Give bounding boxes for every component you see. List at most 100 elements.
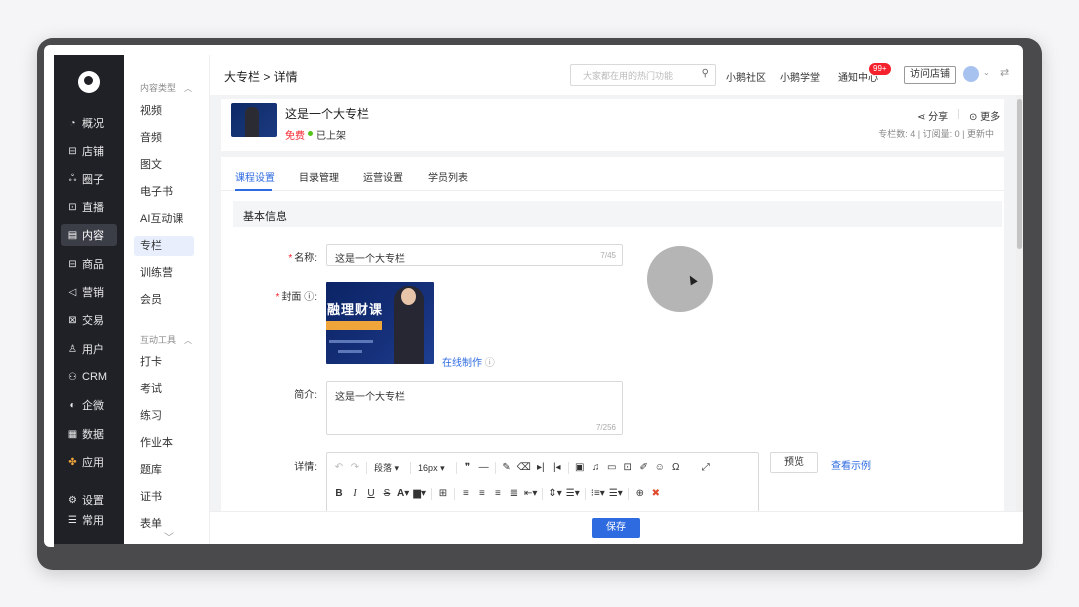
group-interactive-tools[interactable]: 互动工具 ︿: [140, 333, 192, 346]
plugin-icon[interactable]: ✖: [648, 485, 664, 503]
nav-item-store[interactable]: ⊟ 店铺: [61, 140, 117, 162]
search-input[interactable]: 大家都在用的热门功能 ⚲: [570, 64, 716, 86]
align-justify-icon[interactable]: ≣: [506, 485, 522, 503]
nav-item-data[interactable]: ▦ 数据: [61, 423, 117, 445]
subnav-item-exam[interactable]: 考试: [134, 379, 194, 399]
tab-catalog[interactable]: 目录管理: [299, 169, 339, 184]
rtl-icon[interactable]: |◂: [549, 459, 565, 477]
audio-icon[interactable]: ♫: [588, 459, 604, 477]
preview-button[interactable]: 预览: [770, 452, 818, 473]
omega-icon[interactable]: Ω: [668, 459, 684, 477]
cover-image[interactable]: 融理财课: [326, 282, 434, 364]
strikethrough-icon[interactable]: S: [379, 485, 395, 503]
nav-item-circle[interactable]: ஃ 圈子: [61, 168, 117, 190]
save-button[interactable]: 保存: [592, 518, 640, 538]
subnav-item-checkin[interactable]: 打卡: [134, 352, 194, 372]
align-left-icon[interactable]: ≡: [458, 485, 474, 503]
pen-icon[interactable]: ✐: [636, 459, 652, 477]
course-title: 这是一个大专栏: [285, 107, 370, 121]
subnav-item-practice[interactable]: 练习: [134, 406, 194, 426]
app-logo[interactable]: [78, 71, 100, 93]
nav-item-wecom[interactable]: ◐ 企微: [61, 394, 117, 416]
rich-text-editor[interactable]: ↶ ↷ 段落 ▾ 16px ▾ ❞ — ✎ ⌫ ▸| |◂ ▣ ♫ ▭ ⊡ ✐ …: [326, 452, 759, 514]
link-academy[interactable]: 小鹅学堂: [780, 69, 820, 84]
font-color-icon[interactable]: A▾: [395, 485, 411, 503]
fullscreen-icon[interactable]: ⤢: [698, 459, 714, 477]
link-community[interactable]: 小鹅社区: [726, 69, 766, 84]
nav-item-live[interactable]: ⊡ 直播: [61, 196, 117, 218]
search-icon: ⚲: [701, 68, 709, 79]
intro-textarea[interactable]: 这是一个大专栏 7/256: [326, 381, 623, 435]
tab-operations[interactable]: 运营设置: [363, 169, 403, 184]
subnav-item-audio[interactable]: 音频: [134, 128, 194, 148]
outdent-icon[interactable]: ⇤▾: [522, 485, 539, 503]
nav-item-marketing[interactable]: ◁ 营销: [61, 281, 117, 303]
data-icon: ▦: [67, 428, 78, 440]
chevron-down-icon[interactable]: ﹀: [164, 529, 174, 544]
bold-icon[interactable]: B: [331, 485, 347, 503]
info-icon: ⓘ: [304, 292, 315, 303]
nav-item-crm[interactable]: ⚇ CRM: [61, 366, 117, 388]
nav-item-apps[interactable]: ✤ 应用: [61, 451, 117, 473]
nav-item-settings[interactable]: ⚙ 设置: [61, 489, 117, 511]
line-height-icon[interactable]: ⇕▾: [546, 485, 563, 503]
chevron-down-icon[interactable]: ⌄: [983, 68, 990, 77]
subnav-item-certificate[interactable]: 证书: [134, 487, 194, 507]
tab-students[interactable]: 学员列表: [428, 169, 468, 184]
top-header: 大专栏 > 详情 大家都在用的热门功能 ⚲ 小鹅社区 小鹅学堂 通知中心 99+ …: [210, 55, 1023, 95]
clear-format-icon[interactable]: ⌫: [515, 459, 533, 477]
subnav-item-question-bank[interactable]: 题库: [134, 460, 194, 480]
tab-course-settings[interactable]: 课程设置: [235, 169, 275, 184]
group-content-types[interactable]: 内容类型 ︿: [140, 81, 192, 94]
subnav-item-member[interactable]: 会员: [134, 290, 194, 310]
indent-icon[interactable]: ⊞: [435, 485, 451, 503]
ltr-icon[interactable]: ▸|: [533, 459, 549, 477]
video-icon[interactable]: ▭: [604, 459, 620, 477]
nav-item-trade[interactable]: ⊠ 交易: [61, 309, 117, 331]
font-size-select[interactable]: 16px ▾: [414, 459, 453, 477]
highlight-icon[interactable]: ▆▾: [411, 485, 428, 503]
underline-icon[interactable]: U: [363, 485, 379, 503]
online-make-link[interactable]: 在线制作 ⓘ: [442, 354, 495, 369]
view-example-link[interactable]: 查看示例: [831, 457, 871, 472]
undo-icon[interactable]: ↶: [331, 459, 347, 477]
italic-icon[interactable]: I: [347, 485, 363, 503]
emoji-icon[interactable]: ☺: [652, 459, 668, 477]
align-center-icon[interactable]: ≡: [474, 485, 490, 503]
nav-item-overview[interactable]: ◔ 概况: [61, 112, 117, 134]
subnav-item-ebook[interactable]: 电子书: [134, 182, 194, 202]
scrollbar-thumb[interactable]: [1017, 99, 1022, 249]
align-right-icon[interactable]: ≡: [490, 485, 506, 503]
editor-toolbar-row-1: ↶ ↷ 段落 ▾ 16px ▾ ❞ — ✎ ⌫ ▸| |◂ ▣ ♫ ▭ ⊡ ✐ …: [327, 455, 714, 481]
media-icon[interactable]: ⊡: [620, 459, 636, 477]
divider-line-icon[interactable]: —: [476, 459, 492, 477]
paragraph-select[interactable]: 段落 ▾: [370, 459, 407, 477]
list-icon[interactable]: ⁝≡▾: [589, 485, 607, 503]
ordered-list-icon[interactable]: ☰▾: [607, 485, 625, 503]
zoom-icon[interactable]: ⊕: [632, 485, 648, 503]
chart-pie-icon: ◔: [69, 117, 76, 129]
chevron-up-icon: ︿: [184, 84, 193, 93]
redo-icon[interactable]: ↷: [347, 459, 363, 477]
subnav-item-homework[interactable]: 作业本: [134, 433, 194, 453]
switch-icon[interactable]: ⇄: [1000, 66, 1009, 79]
image-icon[interactable]: ▣: [572, 459, 588, 477]
share-button[interactable]: ⋖ 分享: [917, 108, 948, 123]
name-field[interactable]: 这是一个大专栏 7/45: [326, 244, 623, 266]
nav-item-goods[interactable]: ⊟ 商品: [61, 253, 117, 275]
avatar[interactable]: [963, 66, 979, 82]
subnav-item-ai-course[interactable]: AI互动课: [134, 209, 194, 229]
nav-item-content[interactable]: ▤ 内容: [61, 224, 117, 246]
subnav-item-camp[interactable]: 训练营: [134, 263, 194, 283]
format-brush-icon[interactable]: ✎: [499, 459, 515, 477]
subnav-item-article[interactable]: 图文: [134, 155, 194, 175]
spacing-icon[interactable]: ☰▾: [564, 485, 582, 503]
nav-item-common[interactable]: ☰ 常用: [61, 509, 117, 531]
subnav-item-column[interactable]: 专栏: [134, 236, 194, 256]
wecom-icon: ◐: [69, 399, 76, 411]
more-button[interactable]: ⊙ 更多: [969, 108, 1000, 123]
nav-item-user[interactable]: ♙ 用户: [61, 338, 117, 360]
quote-icon[interactable]: ❞: [460, 459, 476, 477]
visit-store-button[interactable]: 访问店铺: [904, 66, 956, 84]
subnav-item-video[interactable]: 视频: [134, 101, 194, 121]
